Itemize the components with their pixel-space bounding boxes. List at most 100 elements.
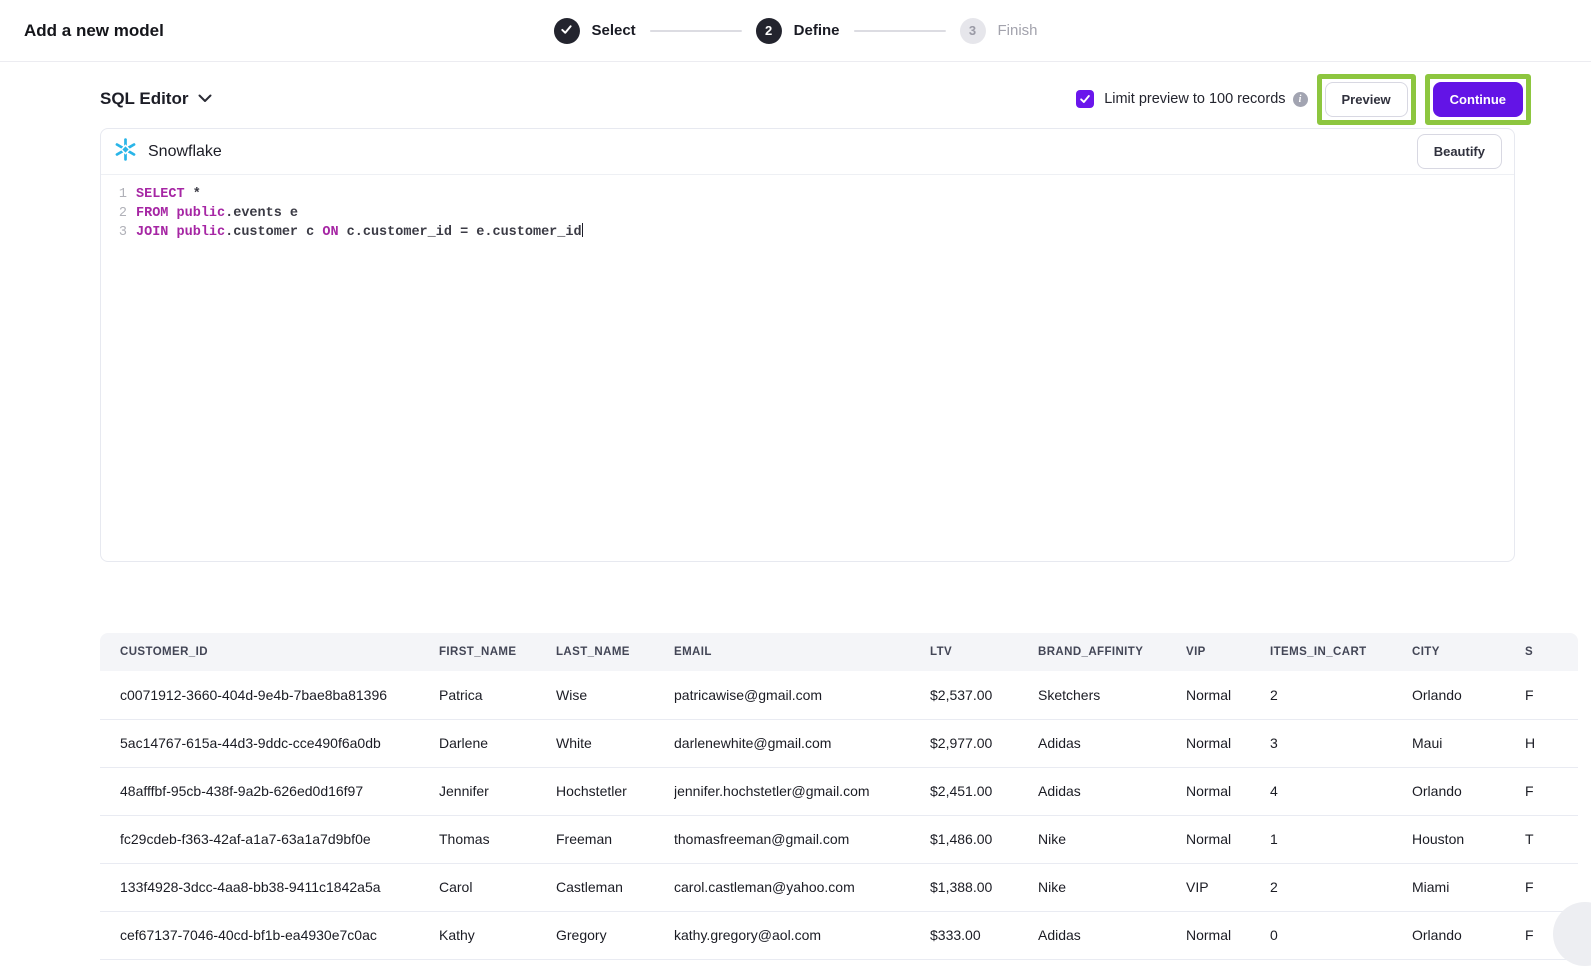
info-icon[interactable]: i (1293, 92, 1308, 107)
chevron-down-icon (198, 90, 212, 108)
step-define-circle: 2 (756, 18, 782, 44)
table-cell: thomasfreeman@gmail.com (674, 815, 930, 863)
table-cell: 4 (1270, 767, 1412, 815)
table-cell: Nike (1038, 815, 1186, 863)
column-header: ITEMS_IN_CART (1270, 633, 1412, 671)
column-header: LAST_NAME (556, 633, 674, 671)
table-cell: $1,388.00 (930, 863, 1038, 911)
column-header: LTV (930, 633, 1038, 671)
table-cell: Carol (439, 863, 556, 911)
table-cell: H (1525, 719, 1578, 767)
table-cell: Normal (1186, 911, 1270, 959)
column-header: EMAIL (674, 633, 930, 671)
limit-preview-checkbox[interactable] (1076, 90, 1094, 108)
step-select-label: Select (591, 22, 635, 39)
top-bar: Add a new model Select 2 Define 3 Finish (0, 0, 1591, 62)
table-cell: fc29cdeb-f363-42af-a1a7-63a1a7d9bf0e (100, 815, 439, 863)
column-header: CITY (1412, 633, 1525, 671)
table-cell: Miami (1412, 863, 1525, 911)
table-cell: darlenewhite@gmail.com (674, 719, 930, 767)
table-cell: Thomas (439, 815, 556, 863)
code-line: JOIN public.customer c ON c.customer_id … (136, 223, 583, 242)
page-title: Add a new model (24, 21, 164, 41)
step-select[interactable]: Select (553, 18, 635, 44)
table-cell: Normal (1186, 767, 1270, 815)
preview-table: CUSTOMER_IDFIRST_NAMELAST_NAMEEMAILLTVBR… (100, 633, 1578, 960)
table-cell: Orlando (1412, 767, 1525, 815)
step-finish: 3 Finish (960, 18, 1038, 44)
table-cell: jennifer.hochstetler@gmail.com (674, 767, 930, 815)
step-connector (854, 30, 946, 32)
table-cell: Sketchers (1038, 671, 1186, 719)
table-cell: patricawise@gmail.com (674, 671, 930, 719)
check-icon (560, 23, 573, 39)
preview-button[interactable]: Preview (1325, 82, 1408, 117)
step-define-label: Define (794, 22, 840, 39)
column-header: FIRST_NAME (439, 633, 556, 671)
step-finish-label: Finish (998, 22, 1038, 39)
step-define[interactable]: 2 Define (756, 18, 840, 44)
table-row: fc29cdeb-f363-42af-a1a7-63a1a7d9bf0eThom… (100, 815, 1578, 863)
editor-mode-dropdown[interactable]: SQL Editor (100, 89, 212, 109)
table-cell: F (1525, 671, 1578, 719)
table-cell: Normal (1186, 815, 1270, 863)
editor-toolbar: SQL Editor Limit preview to 100 records … (0, 62, 1591, 120)
table-cell: Adidas (1038, 719, 1186, 767)
snowflake-icon (113, 137, 138, 167)
table-cell: Normal (1186, 719, 1270, 767)
table-cell: 3 (1270, 719, 1412, 767)
table-cell: Maui (1412, 719, 1525, 767)
table-cell: Hochstetler (556, 767, 674, 815)
table-cell: Adidas (1038, 911, 1186, 959)
column-header: BRAND_AFFINITY (1038, 633, 1186, 671)
stepper: Select 2 Define 3 Finish (553, 18, 1037, 44)
table-row: cef67137-7046-40cd-bf1b-ea4930e7c0acKath… (100, 911, 1578, 959)
preview-button-highlight: Preview (1317, 74, 1416, 125)
table-cell: carol.castleman@yahoo.com (674, 863, 930, 911)
table-cell: Nike (1038, 863, 1186, 911)
table-cell: Orlando (1412, 671, 1525, 719)
beautify-button[interactable]: Beautify (1417, 134, 1502, 169)
table-cell: Gregory (556, 911, 674, 959)
table-cell: 48afffbf-95cb-438f-9a2b-626ed0d16f97 (100, 767, 439, 815)
continue-button[interactable]: Continue (1433, 82, 1523, 117)
table-cell: cef67137-7046-40cd-bf1b-ea4930e7c0ac (100, 911, 439, 959)
sql-editor-panel: Snowflake Beautify 123 SELECT *FROM publ… (100, 128, 1515, 562)
table-row: 48afffbf-95cb-438f-9a2b-626ed0d16f97Jenn… (100, 767, 1578, 815)
table-cell: Adidas (1038, 767, 1186, 815)
table-cell: Castleman (556, 863, 674, 911)
table-cell: Freeman (556, 815, 674, 863)
limit-preview-label: Limit preview to 100 records (1104, 91, 1285, 107)
table-cell: 5ac14767-615a-44d3-9ddc-cce490f6a0db (100, 719, 439, 767)
table-cell: $2,537.00 (930, 671, 1038, 719)
code-line: SELECT * (136, 185, 583, 204)
table-row: 133f4928-3dcc-4aa8-bb38-9411c1842a5aCaro… (100, 863, 1578, 911)
table-cell: $1,486.00 (930, 815, 1038, 863)
table-cell: Jennifer (439, 767, 556, 815)
continue-button-highlight: Continue (1425, 74, 1531, 125)
table-cell: 133f4928-3dcc-4aa8-bb38-9411c1842a5a (100, 863, 439, 911)
table-cell: $333.00 (930, 911, 1038, 959)
editor-mode-label: SQL Editor (100, 89, 188, 109)
column-header: VIP (1186, 633, 1270, 671)
line-numbers: 123 (101, 185, 127, 242)
table-cell: Normal (1186, 671, 1270, 719)
table-cell: 2 (1270, 863, 1412, 911)
table-cell: White (556, 719, 674, 767)
column-header: S (1525, 633, 1578, 671)
sql-editor-header: Snowflake Beautify (101, 129, 1514, 175)
table-cell: Darlene (439, 719, 556, 767)
sql-code-editor[interactable]: 123 SELECT *FROM public.events eJOIN pub… (101, 175, 1514, 242)
table-cell: VIP (1186, 863, 1270, 911)
table-cell: Orlando (1412, 911, 1525, 959)
toolbar-right: Limit preview to 100 records i Preview C… (1076, 74, 1531, 125)
step-connector (650, 30, 742, 32)
preview-table-wrap: CUSTOMER_IDFIRST_NAMELAST_NAMEEMAILLTVBR… (100, 633, 1578, 960)
table-row: c0071912-3660-404d-9e4b-7bae8ba81396Patr… (100, 671, 1578, 719)
source-name: Snowflake (148, 143, 222, 161)
table-cell: $2,977.00 (930, 719, 1038, 767)
sql-code: SELECT *FROM public.events eJOIN public.… (127, 185, 583, 242)
table-cell: 1 (1270, 815, 1412, 863)
step-finish-circle: 3 (960, 18, 986, 44)
table-cell: F (1525, 863, 1578, 911)
